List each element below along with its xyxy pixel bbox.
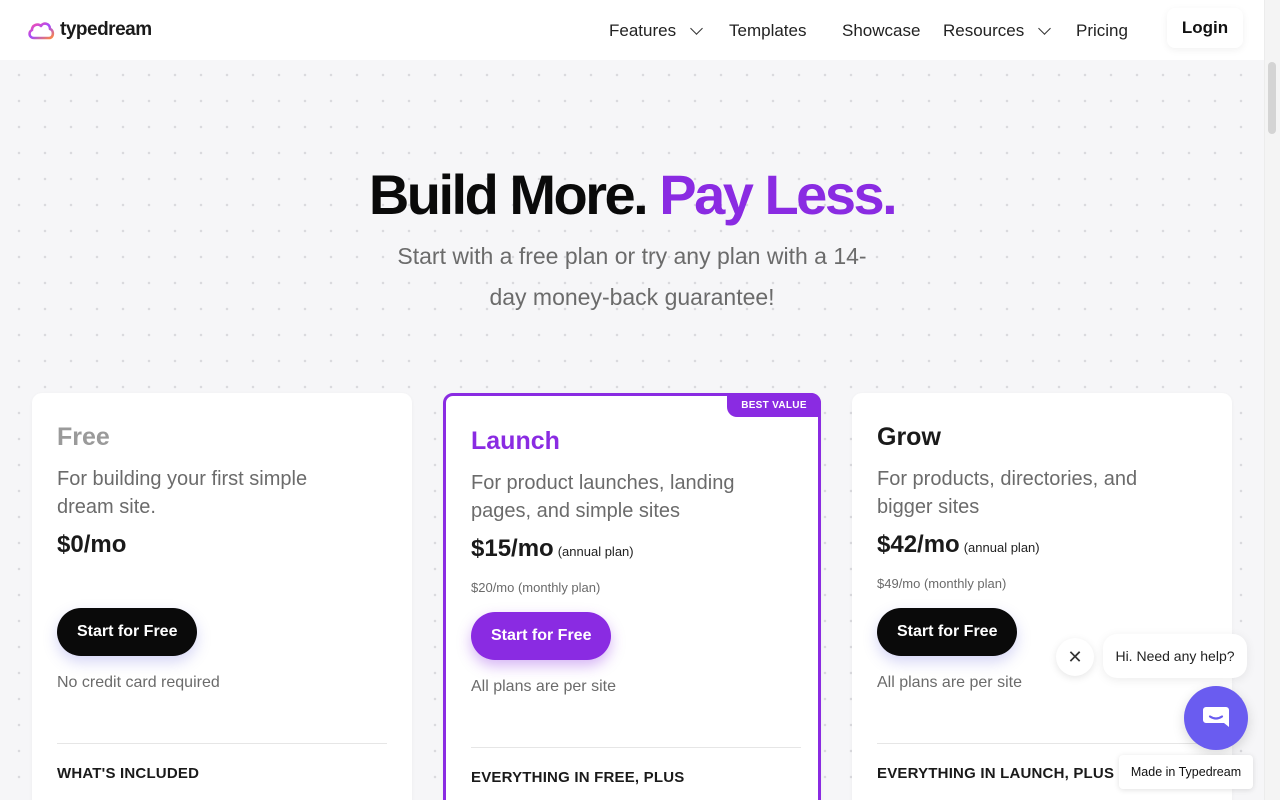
plan-description: For product launches, landing pages, and… (471, 472, 735, 522)
close-icon: ✕ (1067, 646, 1083, 667)
brand-name: typedream (60, 19, 152, 40)
nav-templates[interactable]: Templates (729, 21, 806, 41)
scrollbar[interactable] (1264, 0, 1280, 800)
plan-description: For building your first simple dream sit… (57, 468, 308, 518)
brand-logo[interactable]: typedream (27, 19, 152, 41)
scrollbar-thumb[interactable] (1268, 62, 1276, 134)
nav-templates-label: Templates (729, 21, 807, 40)
divider (471, 747, 801, 748)
chevron-down-icon (1038, 22, 1052, 35)
plan-card-grow: Grow For products, directories, and bigg… (852, 393, 1232, 800)
nav-showcase[interactable]: Showcase (842, 21, 920, 41)
best-value-badge: BEST VALUE (727, 393, 821, 417)
hero-title: Build More. Pay Less. (0, 162, 1264, 227)
plan-name: Launch (471, 427, 560, 455)
included-heading: WHAT'S INCLUDED (57, 765, 200, 782)
plan-price-value: $15/mo (471, 535, 554, 562)
nav-features[interactable]: Features (609, 21, 703, 41)
login-button[interactable]: Login (1167, 8, 1243, 48)
plan-card-free: Free For building your first simple drea… (32, 393, 412, 800)
nav-showcase-label: Showcase (842, 21, 921, 40)
included-heading: EVERYTHING IN LAUNCH, PLUS (877, 765, 1115, 782)
plan-price-note: (annual plan) (557, 544, 634, 559)
top-navbar: typedream Features Templates Showcase Re… (0, 0, 1264, 60)
monthly-price: $49/mo (monthly plan) (877, 576, 1007, 591)
plan-note: No credit card required (57, 674, 220, 691)
nav-resources[interactable]: Resources (943, 21, 1052, 41)
cloud-logo-icon (28, 22, 55, 40)
chat-launcher-button[interactable] (1184, 686, 1248, 750)
start-for-free-button[interactable]: Start for Free (471, 612, 612, 660)
plan-note: All plans are per site (471, 678, 616, 695)
plan-card-launch: BEST VALUE Launch For product launches, … (443, 393, 821, 800)
start-for-free-button[interactable]: Start for Free (57, 608, 198, 656)
hero-title-main: Build More. (368, 163, 649, 226)
plan-price: $0/mo (57, 531, 127, 558)
divider (877, 743, 1207, 744)
chevron-down-icon (690, 22, 703, 35)
plan-name: Free (57, 423, 110, 451)
nav-features-label: Features (609, 21, 677, 40)
plan-name: Grow (877, 423, 941, 451)
plan-price-note: (annual plan) (963, 540, 1040, 555)
hero-subtitle: Start with a free plan or try any plan w… (397, 243, 867, 310)
made-in-typedream-badge[interactable]: Made in Typedream (1119, 755, 1253, 789)
included-heading: EVERYTHING IN FREE, PLUS (471, 769, 685, 786)
chat-bubble-icon (1203, 707, 1229, 727)
monthly-price: $20/mo (monthly plan) (471, 580, 601, 595)
nav-pricing[interactable]: Pricing (1076, 21, 1128, 41)
chat-greeting-bubble[interactable]: Hi. Need any help? (1103, 634, 1247, 678)
hero-title-accent: Pay Less. (659, 163, 897, 226)
plan-description: For products, directories, and bigger si… (877, 468, 1138, 518)
nav-pricing-label: Pricing (1076, 21, 1128, 40)
plan-price-value: $42/mo (877, 531, 960, 558)
nav-resources-label: Resources (943, 21, 1025, 40)
divider (57, 743, 387, 744)
plan-price: $15/mo (annual plan) (471, 535, 634, 563)
chat-close-button[interactable]: ✕ (1056, 638, 1094, 676)
start-for-free-button[interactable]: Start for Free (877, 608, 1018, 656)
plan-price: $42/mo (annual plan) (877, 531, 1040, 559)
plan-note: All plans are per site (877, 674, 1022, 691)
